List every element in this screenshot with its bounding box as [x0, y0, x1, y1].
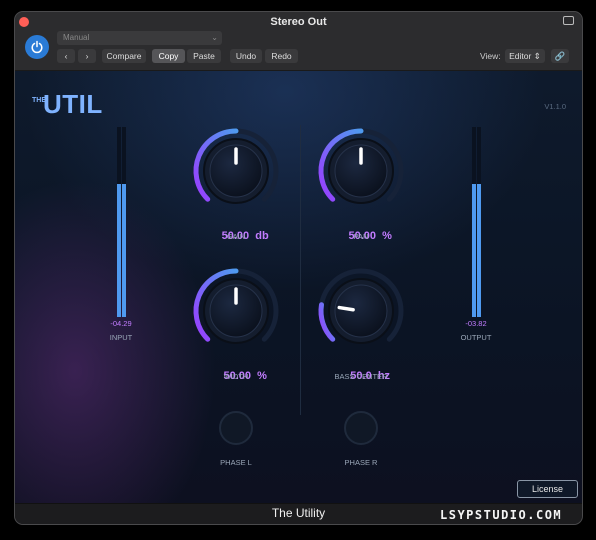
chevron-down-icon: ⌄ [211, 33, 218, 42]
logo-the: THE [32, 97, 46, 104]
license-button[interactable]: License [517, 480, 578, 498]
phase-l-label: PHASE L [220, 458, 252, 467]
next-preset-button[interactable]: › [78, 49, 96, 63]
redo-button[interactable]: Redo [265, 49, 298, 63]
watermark: LSYPSTUDIO.COM [440, 508, 563, 522]
input-meter-left-fill [117, 184, 121, 317]
gain-knob[interactable] [191, 126, 281, 216]
width-label: WIDTH [223, 372, 249, 381]
input-meter-right-fill [122, 184, 126, 317]
output-meter [472, 127, 481, 317]
phase-r-knob[interactable] [344, 411, 378, 445]
previous-preset-button[interactable]: ‹ [57, 49, 75, 63]
input-meter-left [117, 127, 121, 317]
power-button[interactable] [25, 35, 49, 59]
logo-util: UTIL [43, 89, 103, 119]
input-meter-right [122, 127, 126, 317]
output-meter-right-fill [477, 184, 481, 317]
bass-center-knob[interactable] [316, 266, 406, 356]
plugin-panel: THE UTIL V1.1.0 -04.29 INPUT -03.82 OUTP… [15, 71, 582, 504]
preset-value: Manual [63, 33, 90, 42]
view-value: Editor [509, 51, 532, 61]
output-meter-left [472, 127, 476, 317]
input-label: INPUT [109, 333, 133, 342]
version-label: V1.1.0 [544, 102, 566, 111]
width-knob[interactable] [191, 266, 281, 356]
center-divider [300, 125, 301, 415]
chevron-right-icon: › [85, 51, 89, 61]
undo-button[interactable]: Undo [230, 49, 262, 63]
output-meter-left-fill [472, 184, 476, 317]
chevron-updown-icon: ⇕ [533, 51, 541, 61]
compare-button[interactable]: Compare [102, 49, 146, 63]
window-title: Stereo Out [270, 16, 327, 28]
bass-center-knob-pointer [337, 305, 355, 312]
preset-select[interactable]: Manual ⌄ [57, 31, 222, 45]
expand-icon[interactable] [563, 16, 574, 25]
output-value: -03.82 [465, 319, 487, 328]
view-select[interactable]: Editor ⇕ [505, 49, 545, 63]
gain-label: GAIN [226, 232, 246, 241]
power-icon [31, 40, 43, 54]
phase-r-label: PHASE R [344, 458, 378, 467]
link-icon: 🔗 [554, 51, 566, 61]
copy-button[interactable]: Copy [152, 49, 185, 63]
plugin-window: Stereo Out Manual ⌄ ‹ › Compare Copy Pas… [14, 11, 583, 525]
paste-button[interactable]: Paste [187, 49, 221, 63]
pan-knob[interactable] [316, 126, 406, 216]
bass-center-label: BASS CENTER [334, 372, 388, 381]
phase-l-knob[interactable] [219, 411, 253, 445]
input-value: -04.29 [110, 319, 132, 328]
output-meter-right [477, 127, 481, 317]
output-label: OUTPUT [460, 333, 492, 342]
view-label: View: [480, 51, 501, 61]
pan-label: PAN [353, 232, 369, 241]
input-meter [117, 127, 126, 317]
link-button[interactable]: 🔗 [551, 49, 569, 63]
titlebar: Stereo Out Manual ⌄ ‹ › Compare Copy Pas… [15, 12, 582, 71]
chevron-left-icon: ‹ [64, 51, 68, 61]
